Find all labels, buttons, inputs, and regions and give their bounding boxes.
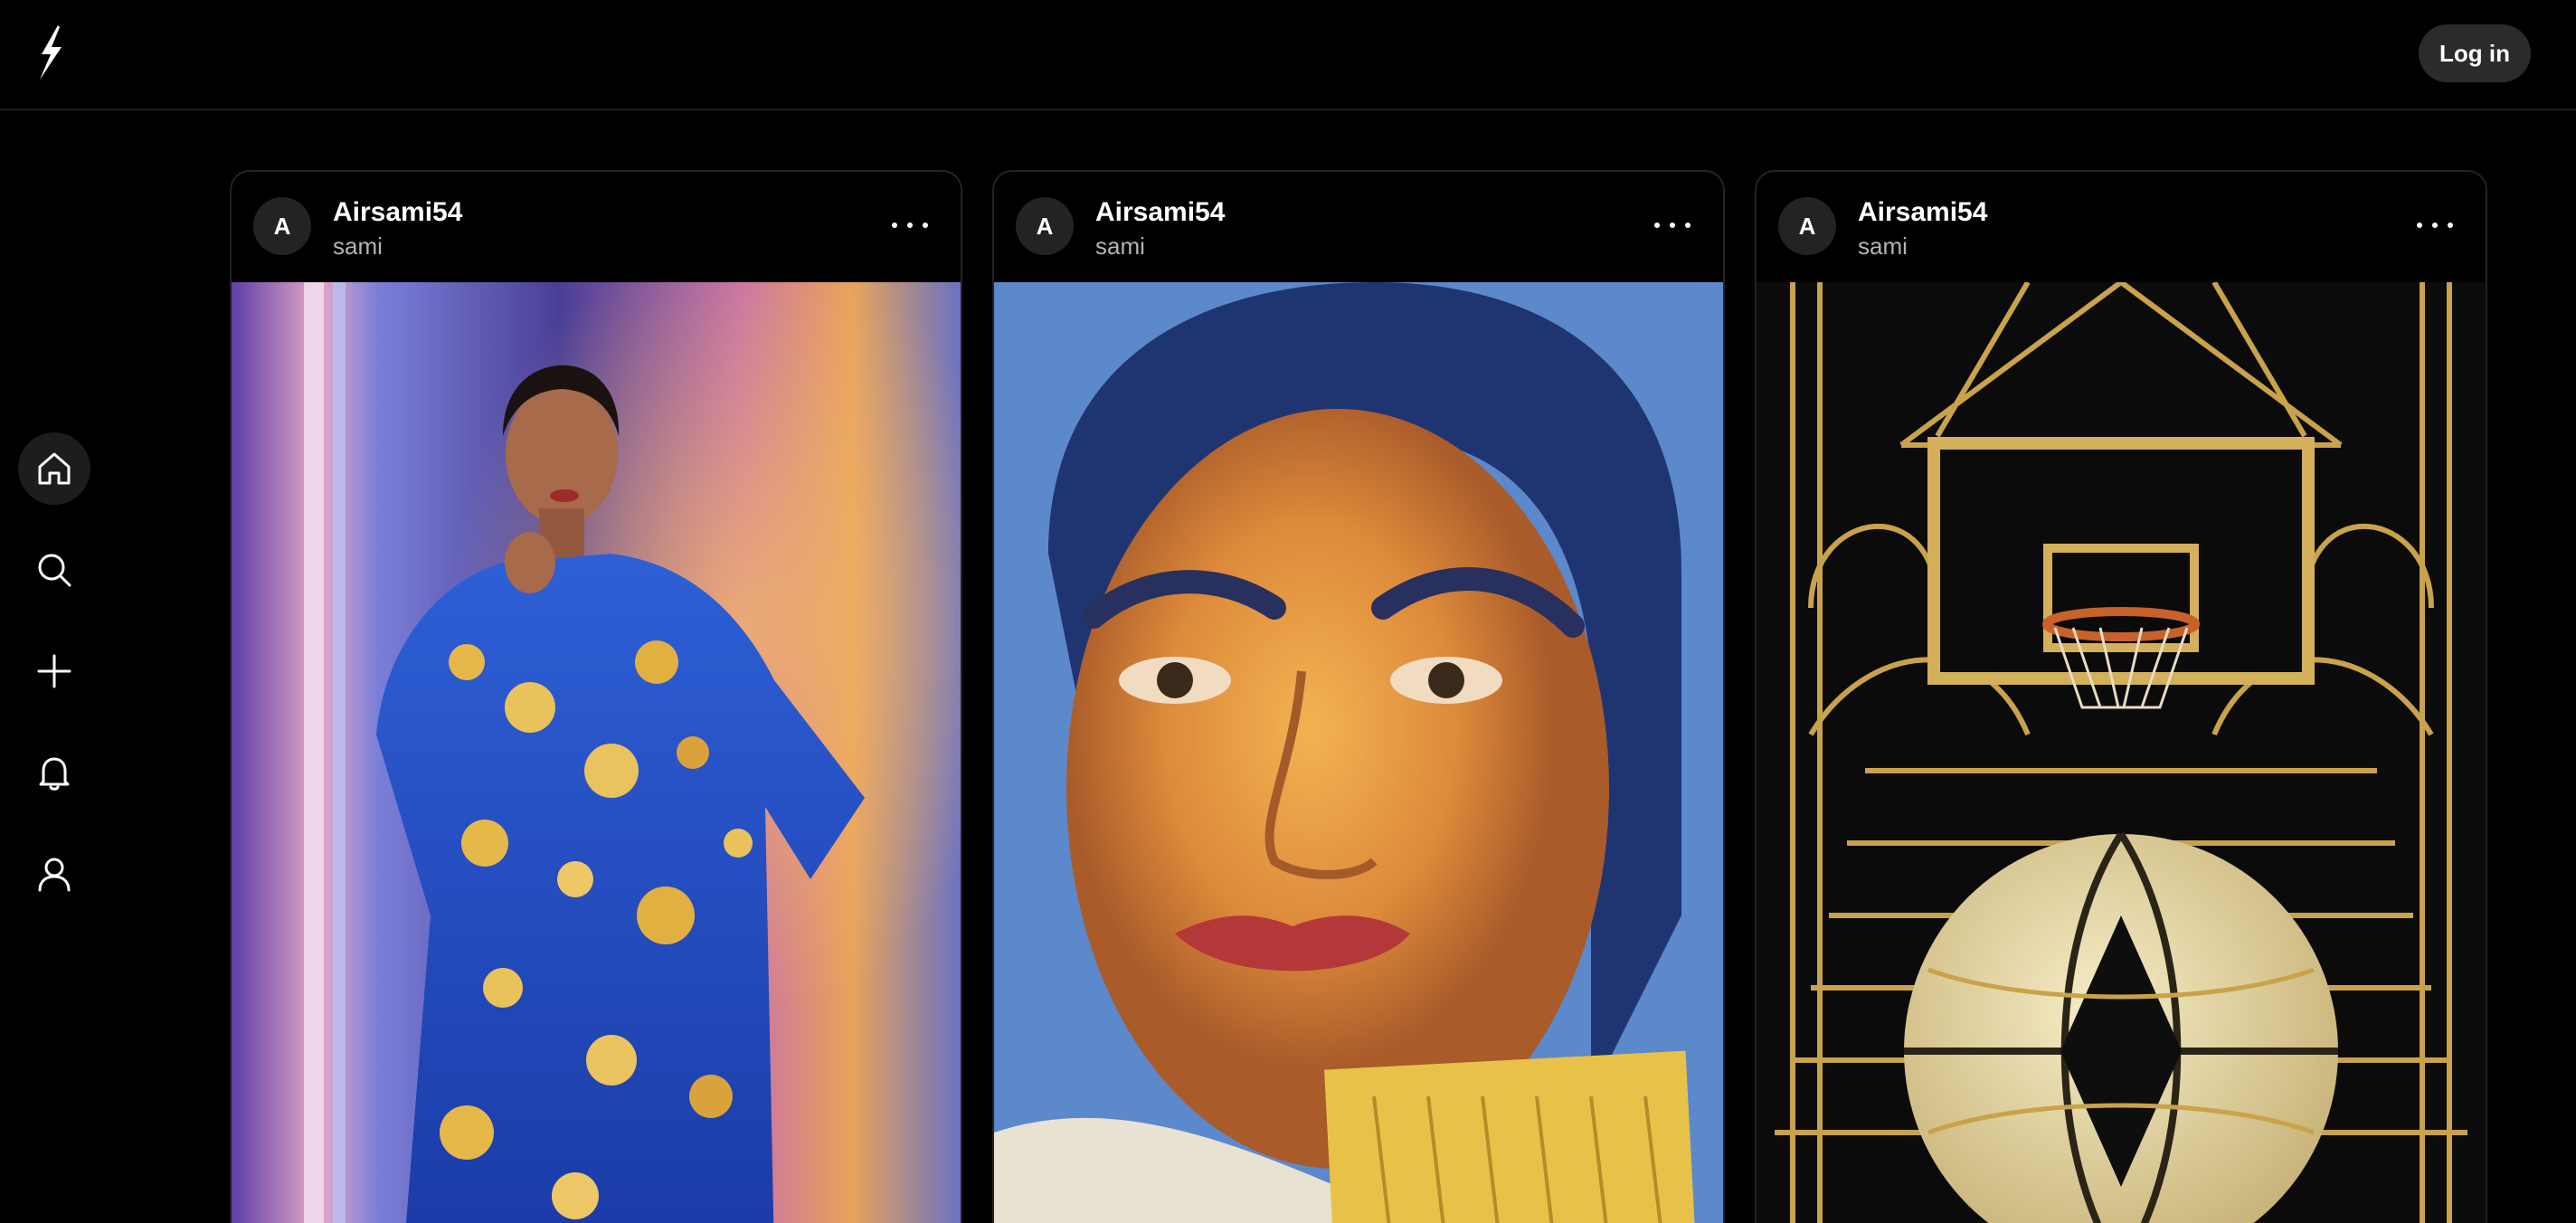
sidebar-item-create[interactable] [18,635,90,707]
user-icon [38,858,71,892]
art-deco-basketball-image[interactable] [1757,282,2486,1223]
app-root: Log in A Airsami54 sami A Airsami54 sami… [0,0,2576,1223]
woman-in-blue-gold-dress-image[interactable] [232,282,961,1223]
post-card[interactable]: A Airsami54 sami [992,170,1725,1223]
post-handle: sami [1858,232,1908,260]
post-username[interactable]: Airsami54 [1095,197,1225,228]
post-header: A Airsami54 sami [232,172,961,282]
sidebar-item-search[interactable] [18,534,90,606]
top-bar: Log in [0,0,2576,110]
avatar[interactable]: A [1778,197,1836,255]
post-handle: sami [333,232,383,260]
search-icon [38,554,71,587]
home-icon [38,452,71,485]
post-header: A Airsami54 sami [1757,172,2486,282]
sidebar-item-notifications[interactable] [18,736,90,809]
impressionist-woman-portrait-image[interactable] [994,282,1723,1223]
avatar[interactable]: A [253,197,311,255]
post-username[interactable]: Airsami54 [1858,197,1987,228]
avatar[interactable]: A [1016,197,1074,255]
post-username[interactable]: Airsami54 [333,197,462,228]
sidebar-item-profile[interactable] [18,838,90,910]
more-horizontal-icon[interactable] [892,212,928,239]
sidebar-item-home[interactable] [18,432,90,505]
login-button[interactable]: Log in [2419,24,2531,82]
post-card[interactable]: A Airsami54 sami [230,170,962,1223]
more-horizontal-icon[interactable] [1654,212,1690,239]
post-header: A Airsami54 sami [994,172,1723,282]
post-card[interactable]: A Airsami54 sami [1755,170,2487,1223]
post-handle: sami [1095,232,1145,260]
more-horizontal-icon[interactable] [2417,212,2453,239]
plus-icon [37,654,71,688]
bell-icon [39,757,70,791]
lightning-bolt-icon[interactable] [33,24,69,81]
